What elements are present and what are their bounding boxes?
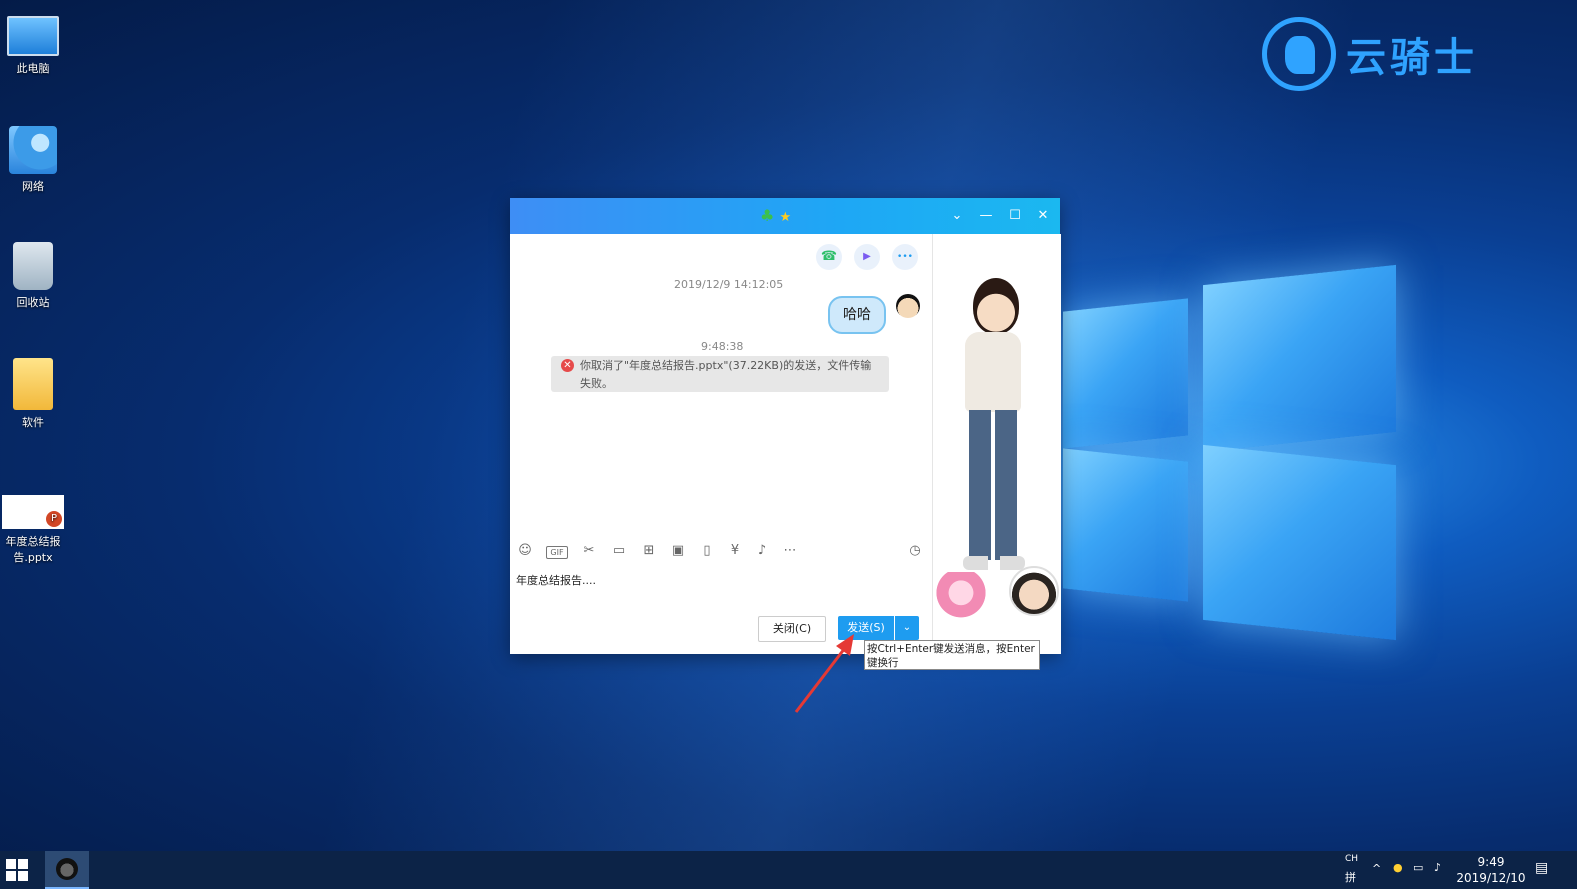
desktop-icon-label: 回收站 [16,296,50,309]
folder-icon [13,358,53,410]
network-tray-icon[interactable]: ▭ [1413,861,1423,874]
dropdown-button[interactable]: ⌄ [946,205,968,227]
message-input-text: 年度总结报告.... [516,574,596,587]
avatar-figure-body [965,332,1021,412]
desktop-icon-label: 此电脑 [16,62,50,75]
cartoon-girl-avatar[interactable] [935,572,987,624]
close-window-button[interactable]: ✕ [1032,205,1054,227]
music-icon[interactable]: ♪ [753,542,771,560]
message-area[interactable]: ☎ ▶ ••• 2019/12/9 14:12:05 哈哈 9:48:38 ✕ … [510,234,932,534]
clock-time: 9:49 [1477,855,1505,869]
desktop-icon-label: 软件 [22,416,44,429]
qq-tray-icon[interactable]: ● [1393,861,1403,874]
desktop-icon-software-folder[interactable]: 软件 [1,358,65,430]
chat-window: ♣ ★ ⌄ — ☐ ✕ ☎ ▶ ••• 2019/12/9 14:12:05 哈… [510,198,1061,654]
watermark-text: 云骑士 [1346,35,1478,81]
desktop-icon-network[interactable]: 网络 [1,126,65,194]
windows-logo-pane [1203,444,1396,641]
clock-date: 2019/12/10 [1456,871,1526,885]
windows-start-icon[interactable] [6,859,30,883]
desktop-icon-label: 年度总结报告.pptx [5,535,61,564]
message-input[interactable]: 年度总结报告.... [516,572,926,608]
watermark-logo: 云骑士 [1262,12,1532,96]
apps-icon[interactable]: ⊞ [640,542,658,560]
emoji-icon[interactable]: ☺ [516,542,534,560]
desktop-icon-label: 网络 [22,180,44,193]
powerpoint-file-icon [2,495,64,529]
desktop-icon-pptx-file[interactable]: 年度总结报告.pptx [0,495,66,565]
error-icon: ✕ [561,359,574,372]
taskbar-chat-app[interactable] [45,851,89,889]
contact-avatar[interactable] [1009,566,1059,616]
avatar-figure-shoes [963,556,1025,570]
show-hidden-icons-chevron-icon[interactable]: ^ [1372,862,1381,875]
maximize-button[interactable]: ☐ [1004,205,1026,227]
user-avatar[interactable] [896,294,920,318]
windows-logo-pane [1063,448,1188,602]
knight-emblem-icon [1262,17,1336,91]
red-packet-icon[interactable]: ¥ [726,542,744,560]
clover-icon: ♣ [760,206,775,225]
computer-icon [7,16,59,56]
shake-icon[interactable]: ▯ [698,542,716,560]
windows-logo-pane [1063,298,1188,449]
history-icon[interactable]: ◷ [906,542,924,560]
recycle-bin-icon [13,242,53,290]
more-icon[interactable]: ⋯ [781,542,799,560]
avatar-figure-legs [969,410,1017,560]
avatar-figure-head [973,278,1019,334]
desktop-icon-this-pc[interactable]: 此电脑 [1,10,65,76]
message-timestamp: 2019/12/9 14:12:05 [674,278,784,291]
file-transfer-failed-notice: ✕ 你取消了"年度总结报告.pptx"(37.22KB)的发送，文件传输失败。 [551,356,889,392]
notification-center-icon[interactable]: ▤ [1535,860,1548,876]
folder-icon[interactable]: ▭ [610,542,628,560]
windows-logo-pane [1203,264,1396,453]
gif-icon[interactable]: GIF [546,546,568,559]
star-icon: ★ [779,210,792,225]
title-bar[interactable]: ♣ ★ ⌄ — ☐ ✕ [510,198,1060,234]
sent-message-bubble[interactable]: 哈哈 [828,296,886,334]
volume-icon[interactable]: ♪ [1434,861,1441,874]
video-call-icon[interactable]: ▶ [854,244,880,270]
more-actions-icon[interactable]: ••• [892,244,918,270]
notice-text: 你取消了"年度总结报告.pptx"(37.22KB)的发送，文件传输失败。 [580,359,872,390]
chat-app-icon [56,858,78,880]
network-globe-icon [9,126,57,174]
image-icon[interactable]: ▣ [669,542,687,560]
red-arrow-annotation [794,634,854,713]
minimize-button[interactable]: — [975,205,997,227]
scissors-icon[interactable]: ✂ [580,542,598,560]
voice-call-icon[interactable]: ☎ [816,244,842,270]
taskbar: CH 拼 ^ ● ▭ ♪ 9:49 2019/12/10 ▤ [0,851,1577,889]
message-timestamp: 9:48:38 [701,340,744,353]
taskbar-clock[interactable]: 9:49 2019/12/10 [1452,854,1530,886]
ime-mode[interactable]: 拼 [1345,869,1356,885]
ime-language[interactable]: CH [1345,854,1358,864]
send-options-dropdown[interactable]: ⌄ [895,616,919,640]
title-status-icons: ♣ ★ [760,206,791,225]
input-toolbar: ☺ GIF ✂ ▭ ⊞ ▣ ▯ ¥ ♪ ⋯ ◷ [510,538,932,564]
desktop-icon-recycle-bin[interactable]: 回收站 [1,242,65,310]
send-tooltip: 按Ctrl+Enter键发送消息，按Enter键换行 [864,640,1040,670]
show-panel [932,234,1061,654]
